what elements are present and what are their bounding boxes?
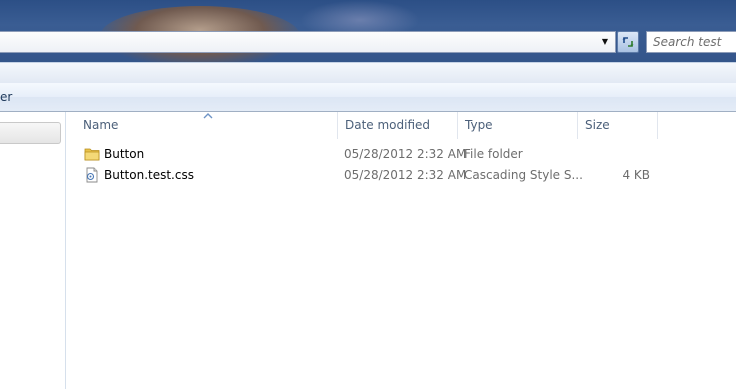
address-bar[interactable] [0,31,616,53]
column-header-date-modified[interactable]: Date modified [338,112,458,139]
file-date-modified: 05/28/2012 2:32 AM [344,168,467,182]
folder-icon [84,148,100,161]
file-row[interactable]: Button 05/28/2012 2:32 AM File folder [80,144,720,164]
nav-selected-item[interactable] [0,122,61,144]
file-type: File folder [464,147,523,161]
column-header-label: Date modified [345,118,431,132]
file-type: Cascading Style S... [464,168,583,182]
column-header-size[interactable]: Size [578,112,658,139]
column-header-label: Name [83,118,119,132]
new-folder-button[interactable]: er [0,90,12,104]
chevron-down-icon: ▼ [601,37,609,46]
file-list: Name Date modified Type Size Button 05/2… [66,112,736,389]
file-row[interactable]: Button.test.css 05/28/2012 2:32 AM Casca… [80,165,720,185]
search-input[interactable] [653,33,736,51]
css-file-icon [86,167,98,183]
command-bar: er [0,83,736,112]
column-header-label: Type [465,118,493,132]
address-history-dropdown[interactable]: ▼ [598,35,612,49]
menu-bar [0,62,736,83]
file-name: Button.test.css [104,168,194,182]
file-name: Button [104,147,145,161]
navigation-pane [0,112,66,389]
file-date-modified: 05/28/2012 2:32 AM [344,147,467,161]
column-header-label: Size [585,118,610,132]
refresh-button[interactable] [617,31,639,53]
sort-ascending-icon [203,113,213,119]
refresh-icon [622,37,634,47]
column-header-type[interactable]: Type [458,112,578,139]
search-box[interactable] [646,31,736,53]
file-size: 4 KB [622,168,650,182]
